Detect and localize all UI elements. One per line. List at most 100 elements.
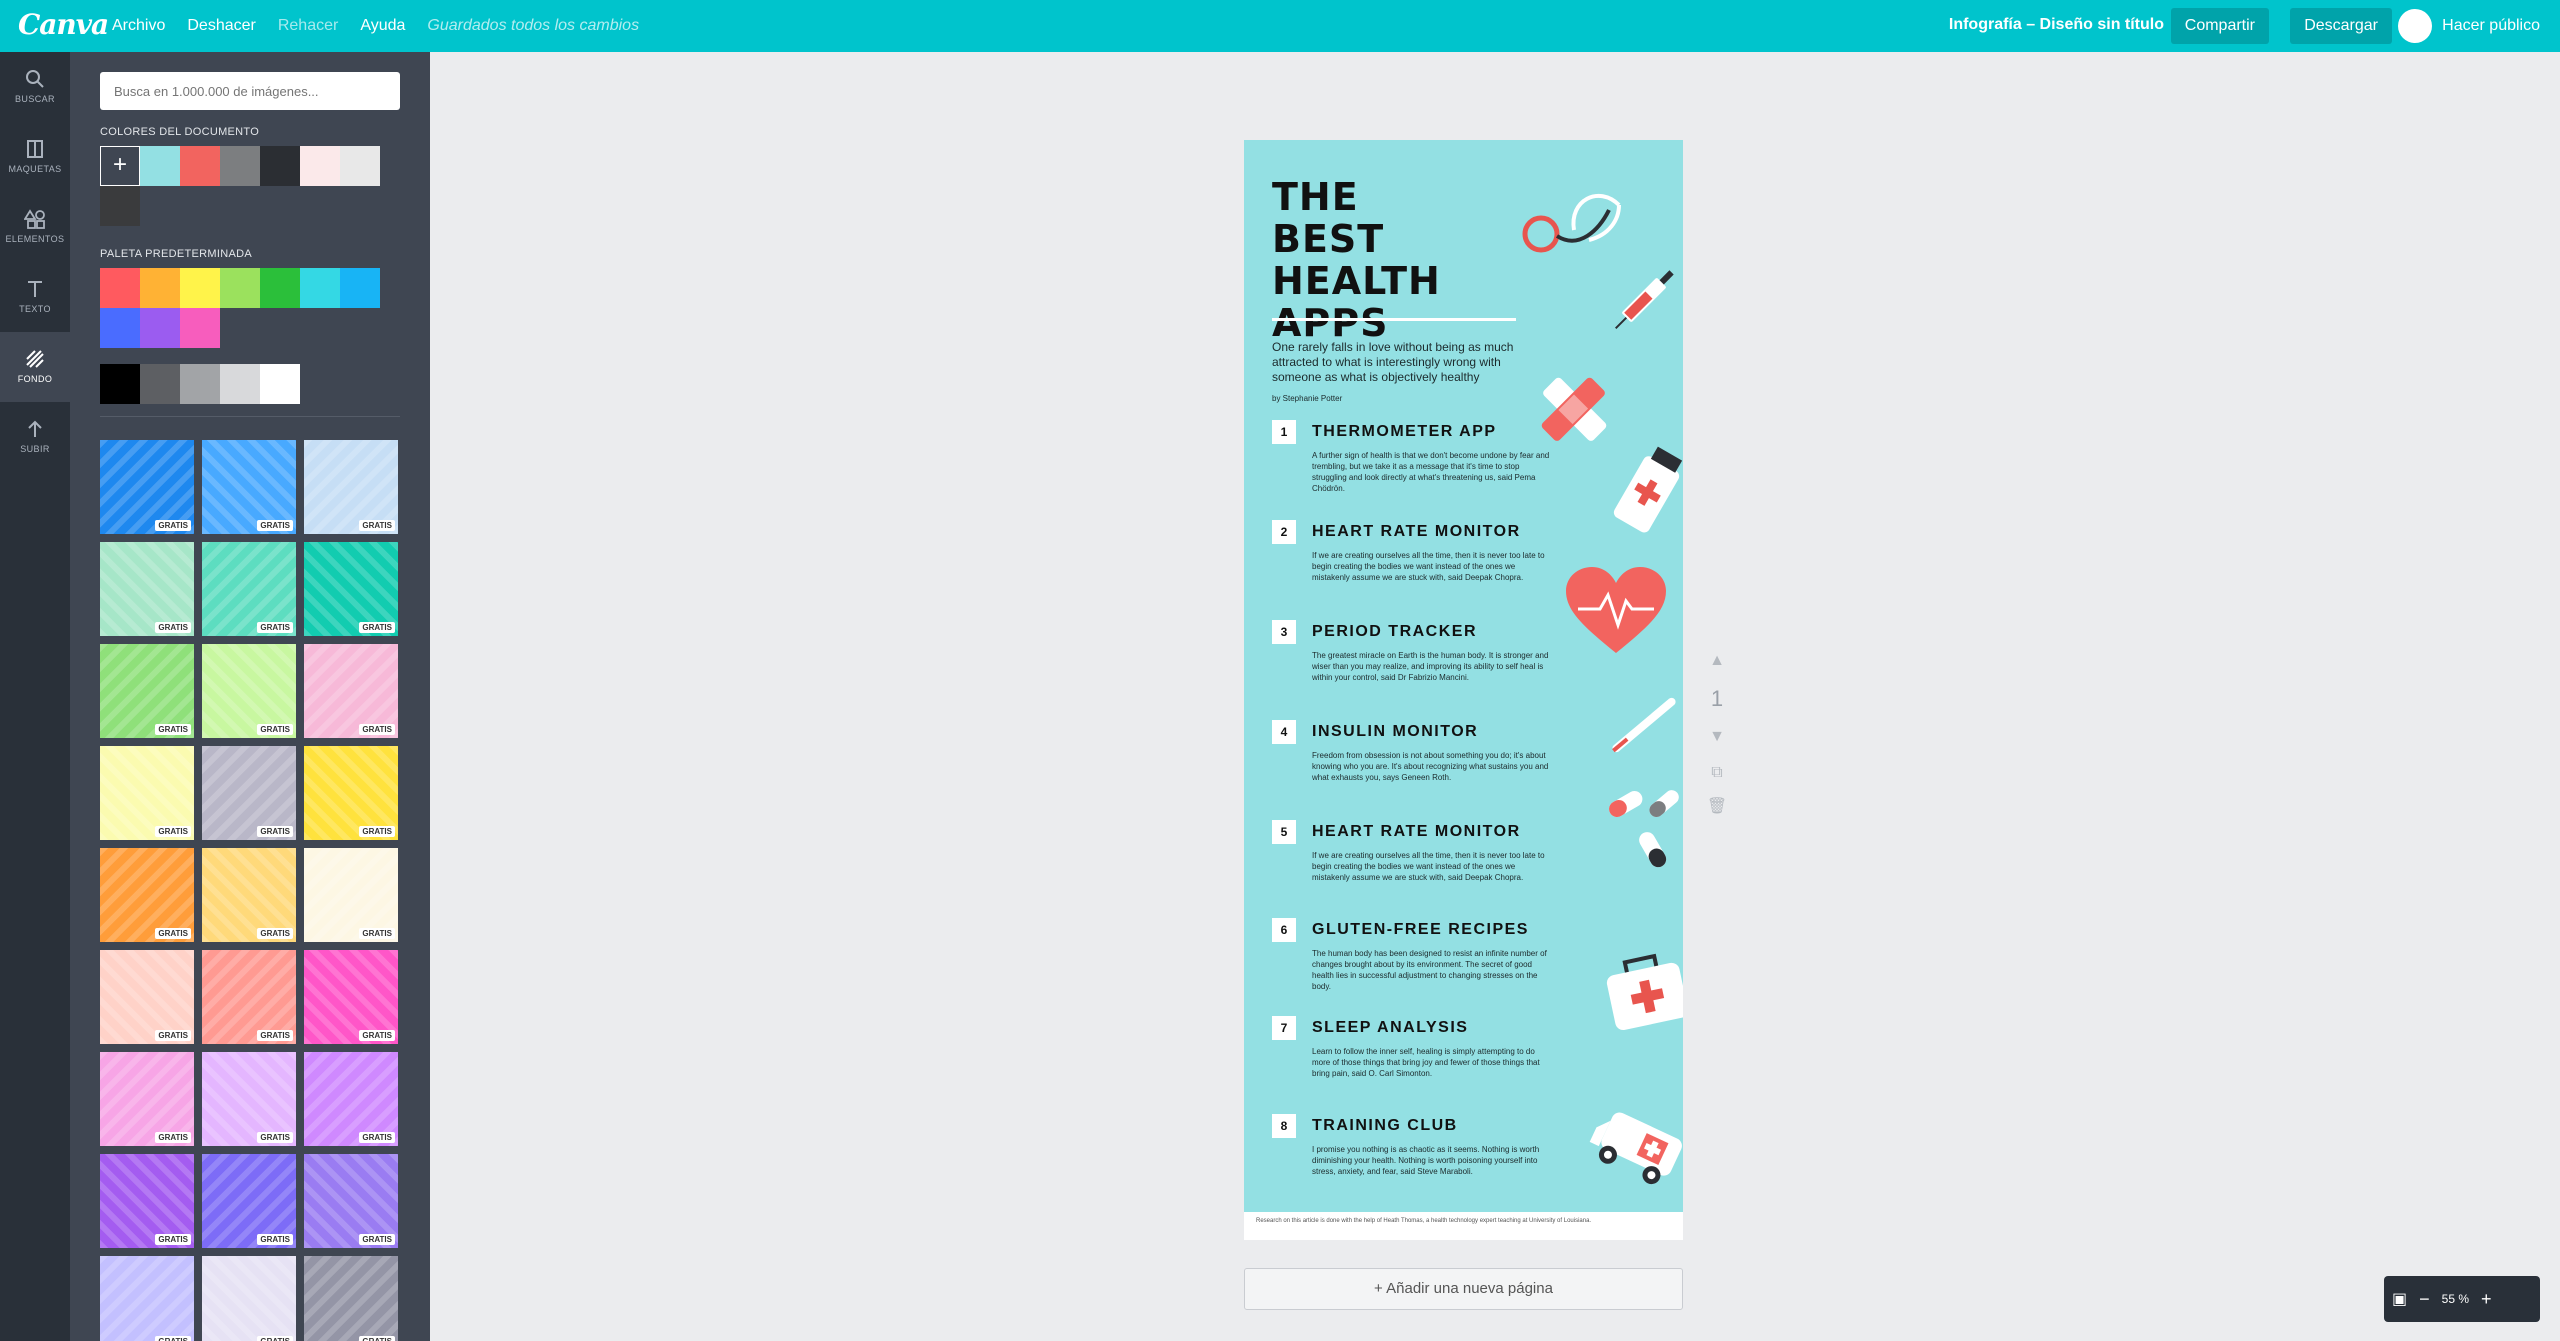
color-swatch[interactable] — [260, 146, 300, 186]
background-tile[interactable]: GRATIS — [100, 644, 194, 738]
color-swatch[interactable] — [340, 268, 380, 308]
background-tile[interactable]: GRATIS — [202, 644, 296, 738]
first-aid-kit-icon[interactable] — [1599, 945, 1683, 1035]
background-tile[interactable]: GRATIS — [304, 848, 398, 942]
color-swatch[interactable] — [300, 268, 340, 308]
syringe-icon[interactable] — [1599, 255, 1683, 345]
background-tile[interactable]: GRATIS — [202, 1154, 296, 1248]
rail-elements[interactable]: ELEMENTOS — [0, 192, 70, 262]
background-tile[interactable]: GRATIS — [100, 1256, 194, 1341]
color-swatch[interactable] — [140, 308, 180, 348]
stethoscope-icon[interactable] — [1519, 180, 1629, 260]
add-page-button[interactable]: + Añadir una nueva página — [1244, 1268, 1683, 1310]
free-badge: GRATIS — [359, 520, 395, 531]
bandage-icon[interactable] — [1529, 365, 1619, 455]
canva-logo[interactable]: Canva — [18, 8, 109, 41]
infographic-page[interactable]: THE BEST HEALTH APPS One rarely falls in… — [1244, 140, 1683, 1240]
background-tile[interactable]: GRATIS — [304, 1052, 398, 1146]
move-down-icon[interactable]: ▼ — [1702, 728, 1732, 746]
canvas-area: THE BEST HEALTH APPS One rarely falls in… — [430, 52, 2560, 1341]
medicine-bottle-icon[interactable] — [1609, 440, 1683, 540]
item-body: I promise you nothing is as chaotic as i… — [1312, 1145, 1540, 1176]
share-button[interactable]: Compartir — [2170, 8, 2269, 44]
background-tile[interactable]: GRATIS — [202, 1256, 296, 1341]
background-tile[interactable]: GRATIS — [304, 440, 398, 534]
color-swatch[interactable] — [180, 364, 220, 404]
toggle-knob[interactable] — [2398, 9, 2433, 43]
rail-layouts[interactable]: MAQUETAS — [0, 122, 70, 192]
add-color-button[interactable]: + — [100, 146, 140, 186]
color-swatch[interactable] — [140, 364, 180, 404]
pills-icon[interactable] — [1604, 785, 1683, 875]
gray-palette — [100, 364, 300, 404]
present-icon[interactable]: ▣ — [2392, 1289, 2407, 1309]
background-tile[interactable]: GRATIS — [202, 950, 296, 1044]
menu-redo[interactable]: Rehacer — [278, 17, 338, 35]
color-swatch[interactable] — [100, 364, 140, 404]
item-number: 3 — [1272, 620, 1296, 644]
background-tile[interactable]: GRATIS — [100, 950, 194, 1044]
heart-rate-icon[interactable] — [1564, 565, 1669, 655]
zoom-controls: ▣ − 55 % + — [2384, 1276, 2540, 1322]
upload-icon — [0, 416, 70, 442]
title-underline[interactable] — [1272, 318, 1516, 321]
background-tile[interactable]: GRATIS — [304, 1256, 398, 1341]
color-swatch[interactable] — [100, 268, 140, 308]
rail-background[interactable]: FONDO — [0, 332, 70, 402]
rail-text[interactable]: TEXTO — [0, 262, 70, 332]
color-swatch[interactable] — [220, 146, 260, 186]
ambulance-icon[interactable] — [1589, 1095, 1683, 1195]
background-tile[interactable]: GRATIS — [100, 1052, 194, 1146]
background-tile[interactable]: GRATIS — [202, 440, 296, 534]
background-tile[interactable]: GRATIS — [202, 848, 296, 942]
page-footer[interactable]: Research on this article is done with th… — [1244, 1212, 1683, 1240]
document-title[interactable]: Infografía – Diseño sin título — [1949, 16, 2164, 34]
color-swatch[interactable] — [180, 146, 220, 186]
color-swatch[interactable] — [100, 308, 140, 348]
color-swatch[interactable] — [340, 146, 380, 186]
color-swatch[interactable] — [180, 308, 220, 348]
color-swatch[interactable] — [180, 268, 220, 308]
background-tile[interactable]: GRATIS — [100, 1154, 194, 1248]
color-swatch[interactable] — [140, 146, 180, 186]
background-tile[interactable]: GRATIS — [304, 1154, 398, 1248]
background-tile[interactable]: GRATIS — [100, 746, 194, 840]
byline[interactable]: by Stephanie Potter — [1272, 394, 1342, 403]
delete-page-icon[interactable]: 🗑 — [1702, 796, 1732, 816]
download-button[interactable]: Descargar — [2290, 8, 2392, 44]
background-tile[interactable]: GRATIS — [100, 440, 194, 534]
color-swatch[interactable] — [260, 364, 300, 404]
menu-file[interactable]: Archivo — [112, 17, 165, 35]
color-swatch[interactable] — [140, 268, 180, 308]
color-swatch[interactable] — [300, 146, 340, 186]
default-palette-title: PALETA PREDETERMINADA — [100, 248, 252, 260]
color-swatch[interactable] — [260, 268, 300, 308]
background-tile[interactable]: GRATIS — [100, 542, 194, 636]
color-swatch[interactable] — [220, 364, 260, 404]
color-swatch[interactable] — [220, 268, 260, 308]
menu-undo[interactable]: Deshacer — [187, 17, 255, 35]
move-up-icon[interactable]: ▲ — [1702, 652, 1732, 670]
zoom-out-button[interactable]: − — [2419, 1289, 2430, 1310]
search-input[interactable] — [100, 72, 400, 110]
background-tile[interactable]: GRATIS — [304, 950, 398, 1044]
color-swatch[interactable] — [100, 186, 140, 226]
thermometer-icon[interactable] — [1599, 680, 1683, 770]
background-tile[interactable]: GRATIS — [202, 1052, 296, 1146]
rail-search[interactable]: BUSCAR — [0, 52, 70, 122]
intro-text[interactable]: One rarely falls in love without being a… — [1272, 340, 1552, 385]
background-tile[interactable]: GRATIS — [304, 644, 398, 738]
menu-help[interactable]: Ayuda — [360, 17, 405, 35]
background-tile[interactable]: GRATIS — [100, 848, 194, 942]
publish-toggle[interactable]: Hacer público — [2398, 8, 2540, 44]
background-tile[interactable]: GRATIS — [304, 542, 398, 636]
item-body: If we are creating ourselves all the tim… — [1312, 551, 1545, 582]
background-tile[interactable]: GRATIS — [202, 746, 296, 840]
background-tile[interactable]: GRATIS — [304, 746, 398, 840]
zoom-level[interactable]: 55 % — [2442, 1292, 2469, 1306]
zoom-in-button[interactable]: + — [2481, 1289, 2492, 1310]
background-tile[interactable]: GRATIS — [202, 542, 296, 636]
rail-upload[interactable]: SUBIR — [0, 402, 70, 472]
duplicate-page-icon[interactable]: ⧉ — [1702, 764, 1732, 782]
free-badge: GRATIS — [155, 622, 191, 633]
